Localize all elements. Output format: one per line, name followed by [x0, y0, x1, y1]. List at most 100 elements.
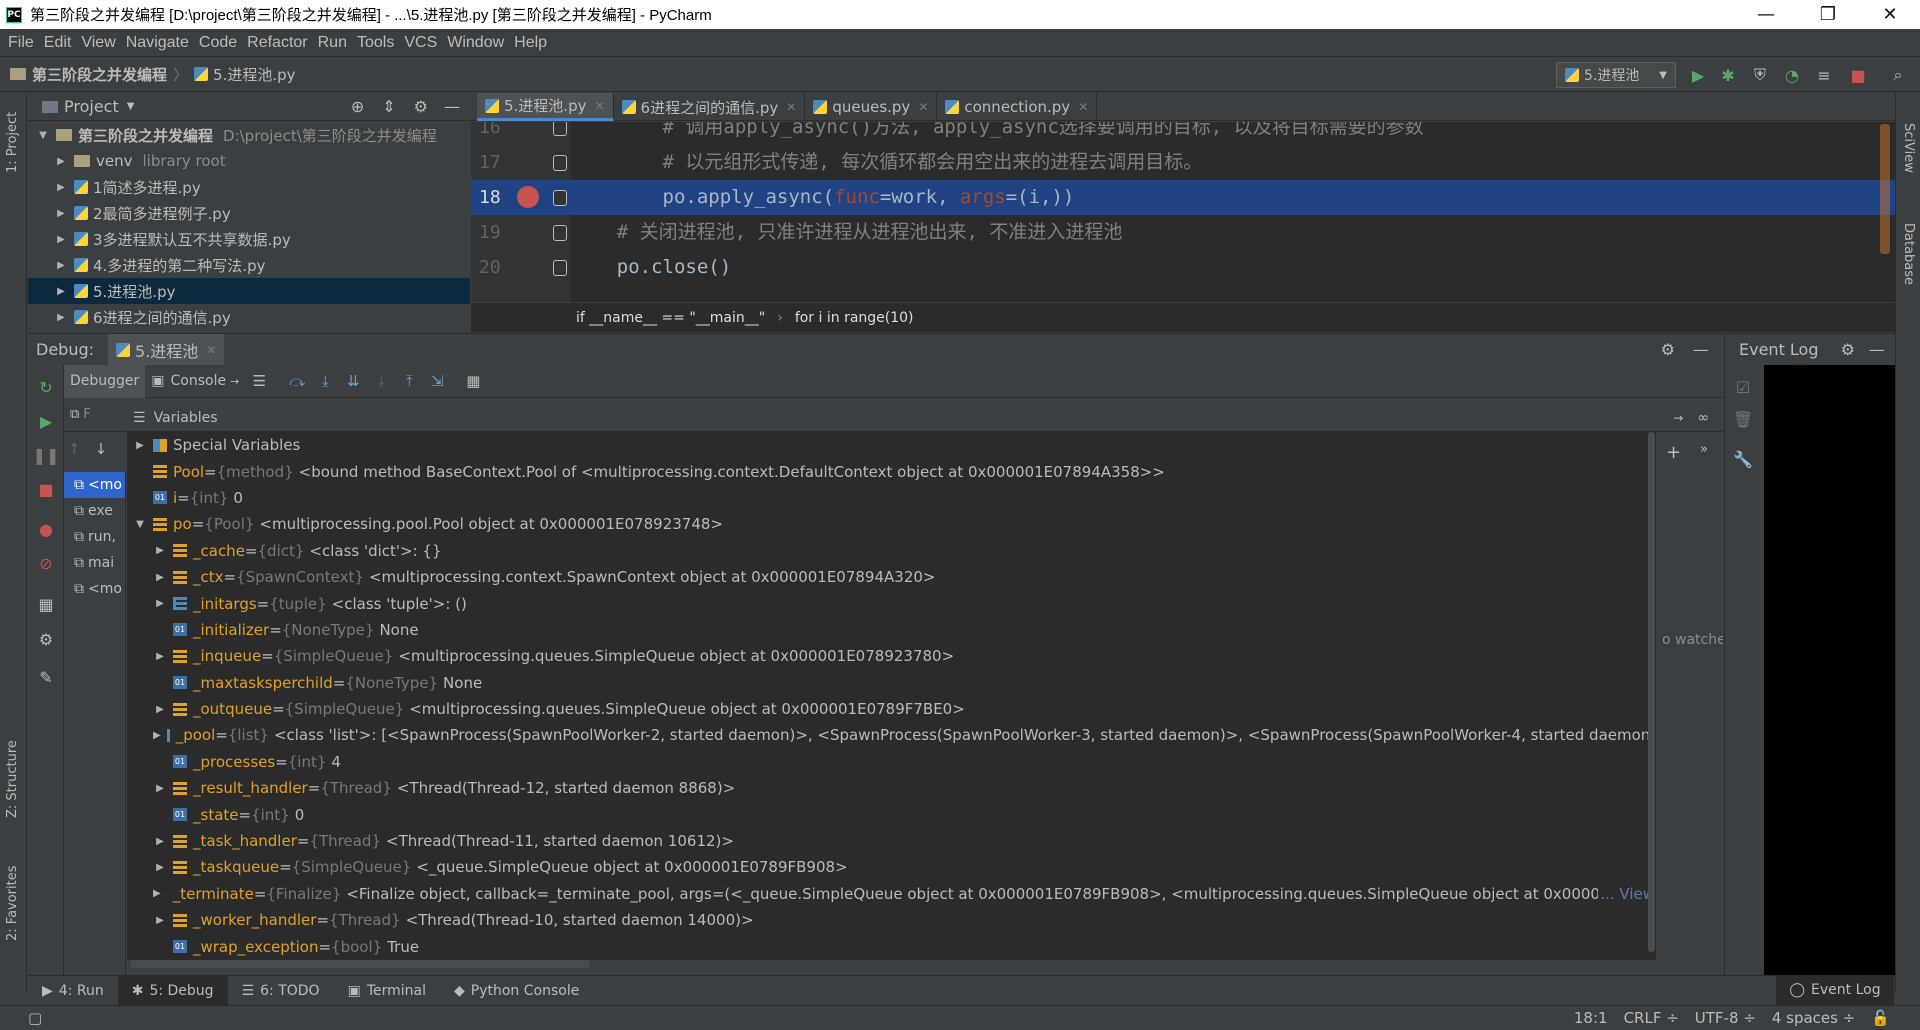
project-tree-item[interactable]: ▶ 3多进程默认互不共享数据.py — [28, 226, 470, 252]
pause-icon[interactable]: ❚❚ — [32, 441, 60, 469]
editor-tab[interactable]: queues.py ✕ — [805, 93, 938, 121]
hide-icon[interactable]: — — [444, 97, 460, 116]
breadcrumb-if-main[interactable]: if __name__ == "__main__" — [576, 310, 765, 326]
project-tree-item[interactable]: ▶ 4.多进程的第二种写法.py — [28, 252, 470, 278]
breadcrumb-file[interactable]: 5.进程池.py — [194, 64, 296, 85]
bottom-tool-python-console[interactable]: ◆ Python Console — [440, 976, 593, 1006]
stack-frame[interactable]: ⧉ <mo — [64, 472, 125, 498]
search-icon[interactable]: ⌕ — [1886, 63, 1910, 87]
rerun-icon[interactable]: ↻ — [32, 373, 60, 401]
collapse-arrow-icon[interactable]: ▶ — [153, 862, 167, 873]
menu-refactor[interactable]: Refactor — [247, 34, 307, 52]
menu-window[interactable]: Window — [447, 34, 504, 52]
variable-row[interactable]: ▶ _task_handler = {Thread} <Thread(Thread-… — [127, 828, 1655, 854]
editor-tab[interactable]: 6进程之间的通信.py ✕ — [614, 93, 806, 121]
step-over-icon[interactable]: ⤼ — [283, 368, 311, 394]
view-breakpoints-icon[interactable]: ● — [32, 515, 60, 543]
close-tab-icon[interactable]: ✕ — [918, 100, 928, 114]
arrow-down-icon[interactable]: ↓ — [95, 440, 108, 458]
collapse-arrow-icon[interactable]: ▶ — [153, 888, 161, 899]
menu-view[interactable]: View — [81, 34, 115, 52]
menu-code[interactable]: Code — [199, 34, 237, 52]
view-link[interactable]: ... View — [1598, 884, 1655, 903]
tab-debugger[interactable]: Debugger — [64, 364, 146, 398]
collapse-arrow-icon[interactable]: ▶ — [153, 572, 167, 583]
variable-row[interactable]: ▶ _worker_handler = {Thread} <Thread(Threa… — [127, 907, 1655, 933]
arrow-up-icon[interactable]: ↑ — [68, 440, 81, 458]
project-panel-title[interactable]: Project — [64, 97, 119, 116]
add-watch-icon[interactable]: + — [1666, 442, 1681, 463]
bottom-tool-run[interactable]: ▶ 4: Run — [28, 976, 118, 1006]
collapse-arrow-icon[interactable]: ▶ — [153, 730, 161, 741]
close-icon[interactable]: ✕ — [206, 343, 216, 357]
variable-row[interactable]: 01 _wrap_exception = {bool} True — [127, 933, 1655, 959]
evaluate-icon[interactable]: ▦ — [459, 368, 487, 394]
sciview-tool-tab[interactable]: SciView — [1901, 123, 1916, 173]
layout-icon[interactable]: ▦ — [32, 590, 60, 618]
variable-row[interactable]: 01 _state = {int} 0 — [127, 801, 1655, 827]
variable-row[interactable]: ▶ _outqueue = {SimpleQueue} <multiprocessi… — [127, 696, 1655, 722]
variable-row[interactable]: ▶ Special Variables — [127, 432, 1655, 458]
collapse-arrow-icon[interactable]: ▶ — [54, 312, 68, 323]
indent-setting[interactable]: 4 spaces ÷ — [1772, 1009, 1855, 1027]
project-tree-item[interactable]: ▶ 2最简多进程例子.py — [28, 200, 470, 226]
variable-row[interactable]: ▶ _cache = {dict} <class 'dict'>: {} — [127, 538, 1655, 564]
expand-arrow-icon[interactable]: ▼ — [133, 519, 147, 530]
tab-console[interactable]: ▣ Console → — [145, 365, 245, 398]
variable-row[interactable]: ▼ po = {Pool} <multiprocessing.pool.Pool o… — [127, 511, 1655, 537]
run-icon[interactable]: ▶ — [1686, 63, 1710, 87]
gear-icon[interactable]: ⚙ — [1841, 340, 1855, 359]
toggle-tool-windows-icon[interactable]: ▢ — [28, 1009, 42, 1027]
close-tab-icon[interactable]: ✕ — [594, 99, 604, 113]
database-tool-tab[interactable]: Database — [1901, 223, 1916, 285]
collapse-arrow-icon[interactable]: ▶ — [54, 286, 68, 297]
lock-icon[interactable]: 🔓 — [1871, 1009, 1890, 1027]
fold-marker-icon[interactable] — [553, 225, 567, 241]
file-encoding[interactable]: UTF-8 ÷ — [1695, 1009, 1756, 1027]
menu-tools[interactable]: Tools — [357, 34, 394, 52]
project-tree-item[interactable]: ▶ 1简述多进程.py — [28, 174, 470, 200]
stop-icon[interactable]: ■ — [1846, 63, 1870, 87]
menu-navigate[interactable]: Navigate — [126, 34, 189, 52]
force-step-into-icon[interactable]: ⤓ — [367, 368, 395, 394]
variable-row[interactable]: ▶ _inqueue = {SimpleQueue} <multiprocessin… — [127, 643, 1655, 669]
debug-session-tab[interactable]: 5.进程池 ✕ — [108, 333, 225, 366]
variable-row[interactable]: ▶ _result_handler = {Thread} <Thread(Threa… — [127, 775, 1655, 801]
editor-tab[interactable]: 5.进程池.py ✕ — [477, 93, 614, 121]
variables-hscrollbar[interactable] — [130, 960, 590, 968]
collapse-arrow-icon[interactable]: ▶ — [54, 182, 68, 193]
fold-marker-icon[interactable] — [553, 260, 567, 276]
mark-read-icon[interactable]: ☑ — [1729, 373, 1757, 401]
variable-row[interactable]: ▶ _ctx = {SpawnContext} <multiprocessing.c… — [127, 564, 1655, 590]
bottom-tool-terminal[interactable]: ▣ Terminal — [334, 976, 440, 1006]
concurrency-icon[interactable]: ≡ — [1812, 63, 1836, 87]
editor-tab[interactable]: connection.py ✕ — [937, 93, 1098, 121]
locate-icon[interactable]: ⊕ — [351, 97, 364, 116]
chevron-down-icon[interactable]: ▼ — [127, 101, 135, 112]
fold-marker-icon[interactable] — [553, 122, 567, 136]
collapse-icon[interactable]: ⇕ — [382, 97, 395, 116]
line-separator[interactable]: CRLF ÷ — [1624, 1009, 1679, 1027]
breadcrumb-project[interactable]: 第三阶段之并发编程 — [10, 64, 167, 85]
breakpoint-icon[interactable] — [517, 186, 539, 208]
collapse-arrow-icon[interactable]: ▶ — [153, 783, 167, 794]
project-tool-tab[interactable]: 1: Project — [5, 112, 20, 173]
gear-icon[interactable]: ⚙ — [1661, 340, 1675, 359]
event-log-button[interactable]: ◯ Event Log — [1776, 975, 1894, 1005]
menu-file[interactable]: File — [8, 34, 34, 52]
close-button[interactable]: ✕ — [1862, 0, 1918, 29]
variable-row[interactable]: ▶ _taskqueue = {SimpleQueue} <_queue.Simpl… — [127, 854, 1655, 880]
hide-icon[interactable]: — — [1869, 340, 1885, 359]
stack-frame[interactable]: ⧉ run, — [64, 524, 125, 550]
stack-frame[interactable]: ⧉ <mo — [64, 576, 125, 602]
variable-row[interactable]: ▶ _terminate = {Finalize} <Finalize object… — [127, 881, 1655, 907]
variable-row[interactable]: ▶ _pool = {list} <class 'list'>: [<SpawnPr… — [127, 722, 1655, 748]
project-tree-item[interactable]: ▼ 第三阶段之并发编程 D:\project\第三阶段之并发编程 — [28, 122, 470, 148]
collapse-arrow-icon[interactable]: ▶ — [54, 208, 68, 219]
project-tree-item[interactable]: ▶ venv library root — [28, 148, 470, 174]
code-editor[interactable]: # 调用apply_async()方法, apply_async选择要调用的目标… — [571, 122, 1895, 302]
caret-position[interactable]: 18:1 — [1574, 1009, 1608, 1027]
variable-row[interactable]: ▶ _initargs = {tuple} <class 'tuple'>: () — [127, 590, 1655, 616]
variable-row[interactable]: 01 _maxtasksperchild = {NoneType} None — [127, 670, 1655, 696]
debug-icon[interactable]: ✱ — [1716, 63, 1740, 87]
